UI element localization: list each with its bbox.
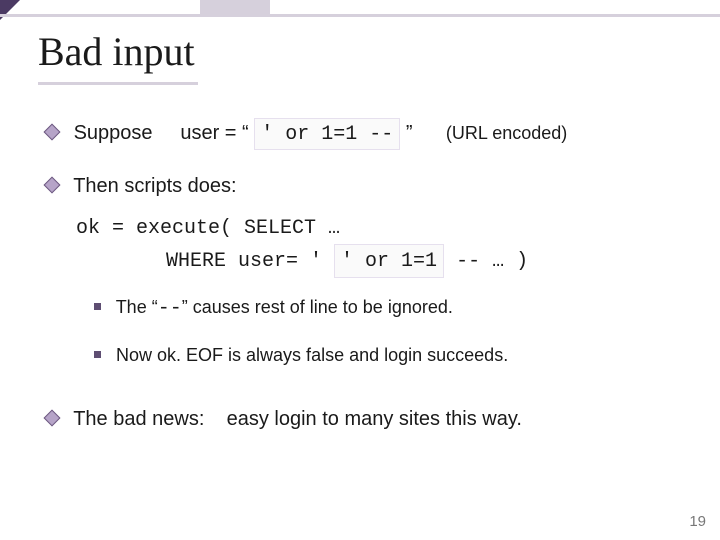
top-rule [0, 14, 720, 17]
where-clause-b: -- … ) [456, 250, 528, 273]
slide-body: Suppose user = “ ' or 1=1 -- ” (URL enco… [46, 110, 696, 446]
top-accent-block [200, 0, 270, 14]
code-line-2: WHERE user= ' ' or 1=1 -- … ) [166, 244, 696, 278]
bad-news-text: The bad news: easy login to many sites t… [73, 408, 522, 430]
suppose-text: Suppose [74, 122, 153, 144]
bullet-then-scripts: Then scripts does: [46, 172, 696, 201]
square-bullet-icon [94, 303, 101, 310]
sub-bullet-dashdash: The “--” causes rest of line to be ignor… [94, 294, 696, 324]
diamond-bullet-icon [44, 123, 61, 140]
square-bullet-icon [94, 351, 101, 358]
sub1-c: ” causes rest of line to be ignored. [182, 297, 453, 317]
code-line-1: ok = execute( SELECT … [76, 213, 696, 244]
corner-decoration [0, 0, 20, 20]
where-clause-a: WHERE user= ' [166, 250, 322, 273]
close-quote: ” [406, 122, 413, 144]
dashdash-code: -- [158, 297, 182, 320]
slide-title: Bad input [38, 28, 195, 75]
then-scripts-text: Then scripts does: [73, 175, 236, 197]
bullet-suppose: Suppose user = “ ' or 1=1 -- ” (URL enco… [46, 118, 696, 150]
user-input-box: ' or 1=1 -- [254, 118, 400, 150]
sub2-text: Now ok. EOF is always false and login su… [116, 345, 508, 365]
diamond-bullet-icon [44, 409, 61, 426]
user-equals: user = “ [180, 122, 248, 144]
bullet-bad-news: The bad news: easy login to many sites t… [46, 405, 696, 434]
sub1-a: The “ [116, 297, 158, 317]
sub-bullet-ok-eof: Now ok. EOF is always false and login su… [94, 342, 696, 369]
diamond-bullet-icon [44, 176, 61, 193]
url-encoded-note: (URL encoded) [446, 123, 567, 143]
injected-box: ' or 1=1 [334, 244, 444, 278]
title-underline [38, 82, 198, 85]
page-number: 19 [689, 513, 706, 530]
